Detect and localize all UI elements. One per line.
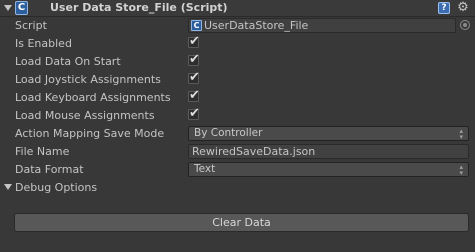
component-header[interactable]: C User Data Store_File (Script) ? ⚙ [0, 0, 475, 17]
data-format-label: Data Format [15, 163, 84, 176]
is-enabled-label: Is Enabled [15, 37, 72, 50]
is-enabled-checkbox[interactable]: ✔ [188, 34, 200, 49]
load-data-on-start-checkbox[interactable]: ✔ [188, 52, 200, 67]
file-name-label: File Name [15, 145, 70, 158]
file-name-row: File Name RewiredSaveData.json [0, 143, 475, 160]
data-format-dropdown[interactable]: Text ▴ ▾ [188, 162, 469, 177]
data-format-row: Data Format Text ▴ ▾ [0, 161, 475, 178]
is-enabled-row: Is Enabled ✔ [0, 34, 475, 52]
checkmark-icon: ✔ [189, 70, 200, 85]
load-keyboard-checkbox[interactable]: ✔ [188, 88, 200, 103]
load-joystick-checkbox[interactable]: ✔ [188, 70, 200, 85]
load-joystick-label: Load Joystick Assignments [15, 73, 161, 86]
action-mapping-save-mode-dropdown[interactable]: By Controller ▴ ▾ [188, 126, 469, 141]
dropdown-arrows-icon: ▴ ▾ [459, 127, 463, 141]
checkmark-icon: ✔ [189, 34, 200, 49]
help-icon[interactable]: ? [438, 2, 450, 14]
debug-options-label: Debug Options [15, 181, 98, 194]
inspector-component-panel: C User Data Store_File (Script) ? ⚙ Scri… [0, 0, 475, 252]
file-name-value: RewiredSaveData.json [192, 145, 316, 158]
checkmark-icon: ✔ [189, 106, 200, 121]
load-joystick-row: Load Joystick Assignments ✔ [0, 70, 475, 88]
dropdown-arrows-icon: ▴ ▾ [459, 163, 463, 177]
clear-data-button[interactable]: Clear Data [14, 213, 469, 232]
component-title: User Data Store_File (Script) [50, 1, 228, 14]
csharp-script-icon: C [15, 1, 28, 15]
script-label: Script [15, 19, 47, 32]
load-mouse-checkbox[interactable]: ✔ [188, 106, 200, 121]
action-mapping-save-mode-row: Action Mapping Save Mode By Controller ▴… [0, 125, 475, 142]
load-data-on-start-label: Load Data On Start [15, 55, 121, 68]
script-row: Script C UserDataStore_File [0, 17, 475, 34]
object-picker-icon[interactable] [460, 20, 470, 30]
debug-options-foldout[interactable]: Debug Options [0, 179, 475, 196]
action-mapping-save-mode-label: Action Mapping Save Mode [15, 127, 165, 140]
load-data-on-start-row: Load Data On Start ✔ [0, 52, 475, 70]
csharp-script-small-icon: C [191, 20, 202, 31]
checkmark-icon: ✔ [189, 88, 200, 103]
file-name-input[interactable]: RewiredSaveData.json [188, 144, 469, 159]
dropdown-value: By Controller [194, 127, 263, 139]
foldout-arrow-icon[interactable] [4, 5, 12, 11]
dropdown-value: Text [194, 163, 216, 175]
load-keyboard-row: Load Keyboard Assignments ✔ [0, 88, 475, 106]
load-mouse-label: Load Mouse Assignments [15, 109, 155, 122]
load-keyboard-label: Load Keyboard Assignments [15, 91, 171, 104]
load-mouse-row: Load Mouse Assignments ✔ [0, 106, 475, 124]
script-object-field[interactable]: C UserDataStore_File [188, 18, 456, 33]
checkmark-icon: ✔ [189, 52, 200, 67]
foldout-arrow-icon[interactable] [4, 184, 12, 190]
gear-icon[interactable]: ⚙ [455, 0, 471, 16]
script-value: UserDataStore_File [204, 19, 309, 32]
